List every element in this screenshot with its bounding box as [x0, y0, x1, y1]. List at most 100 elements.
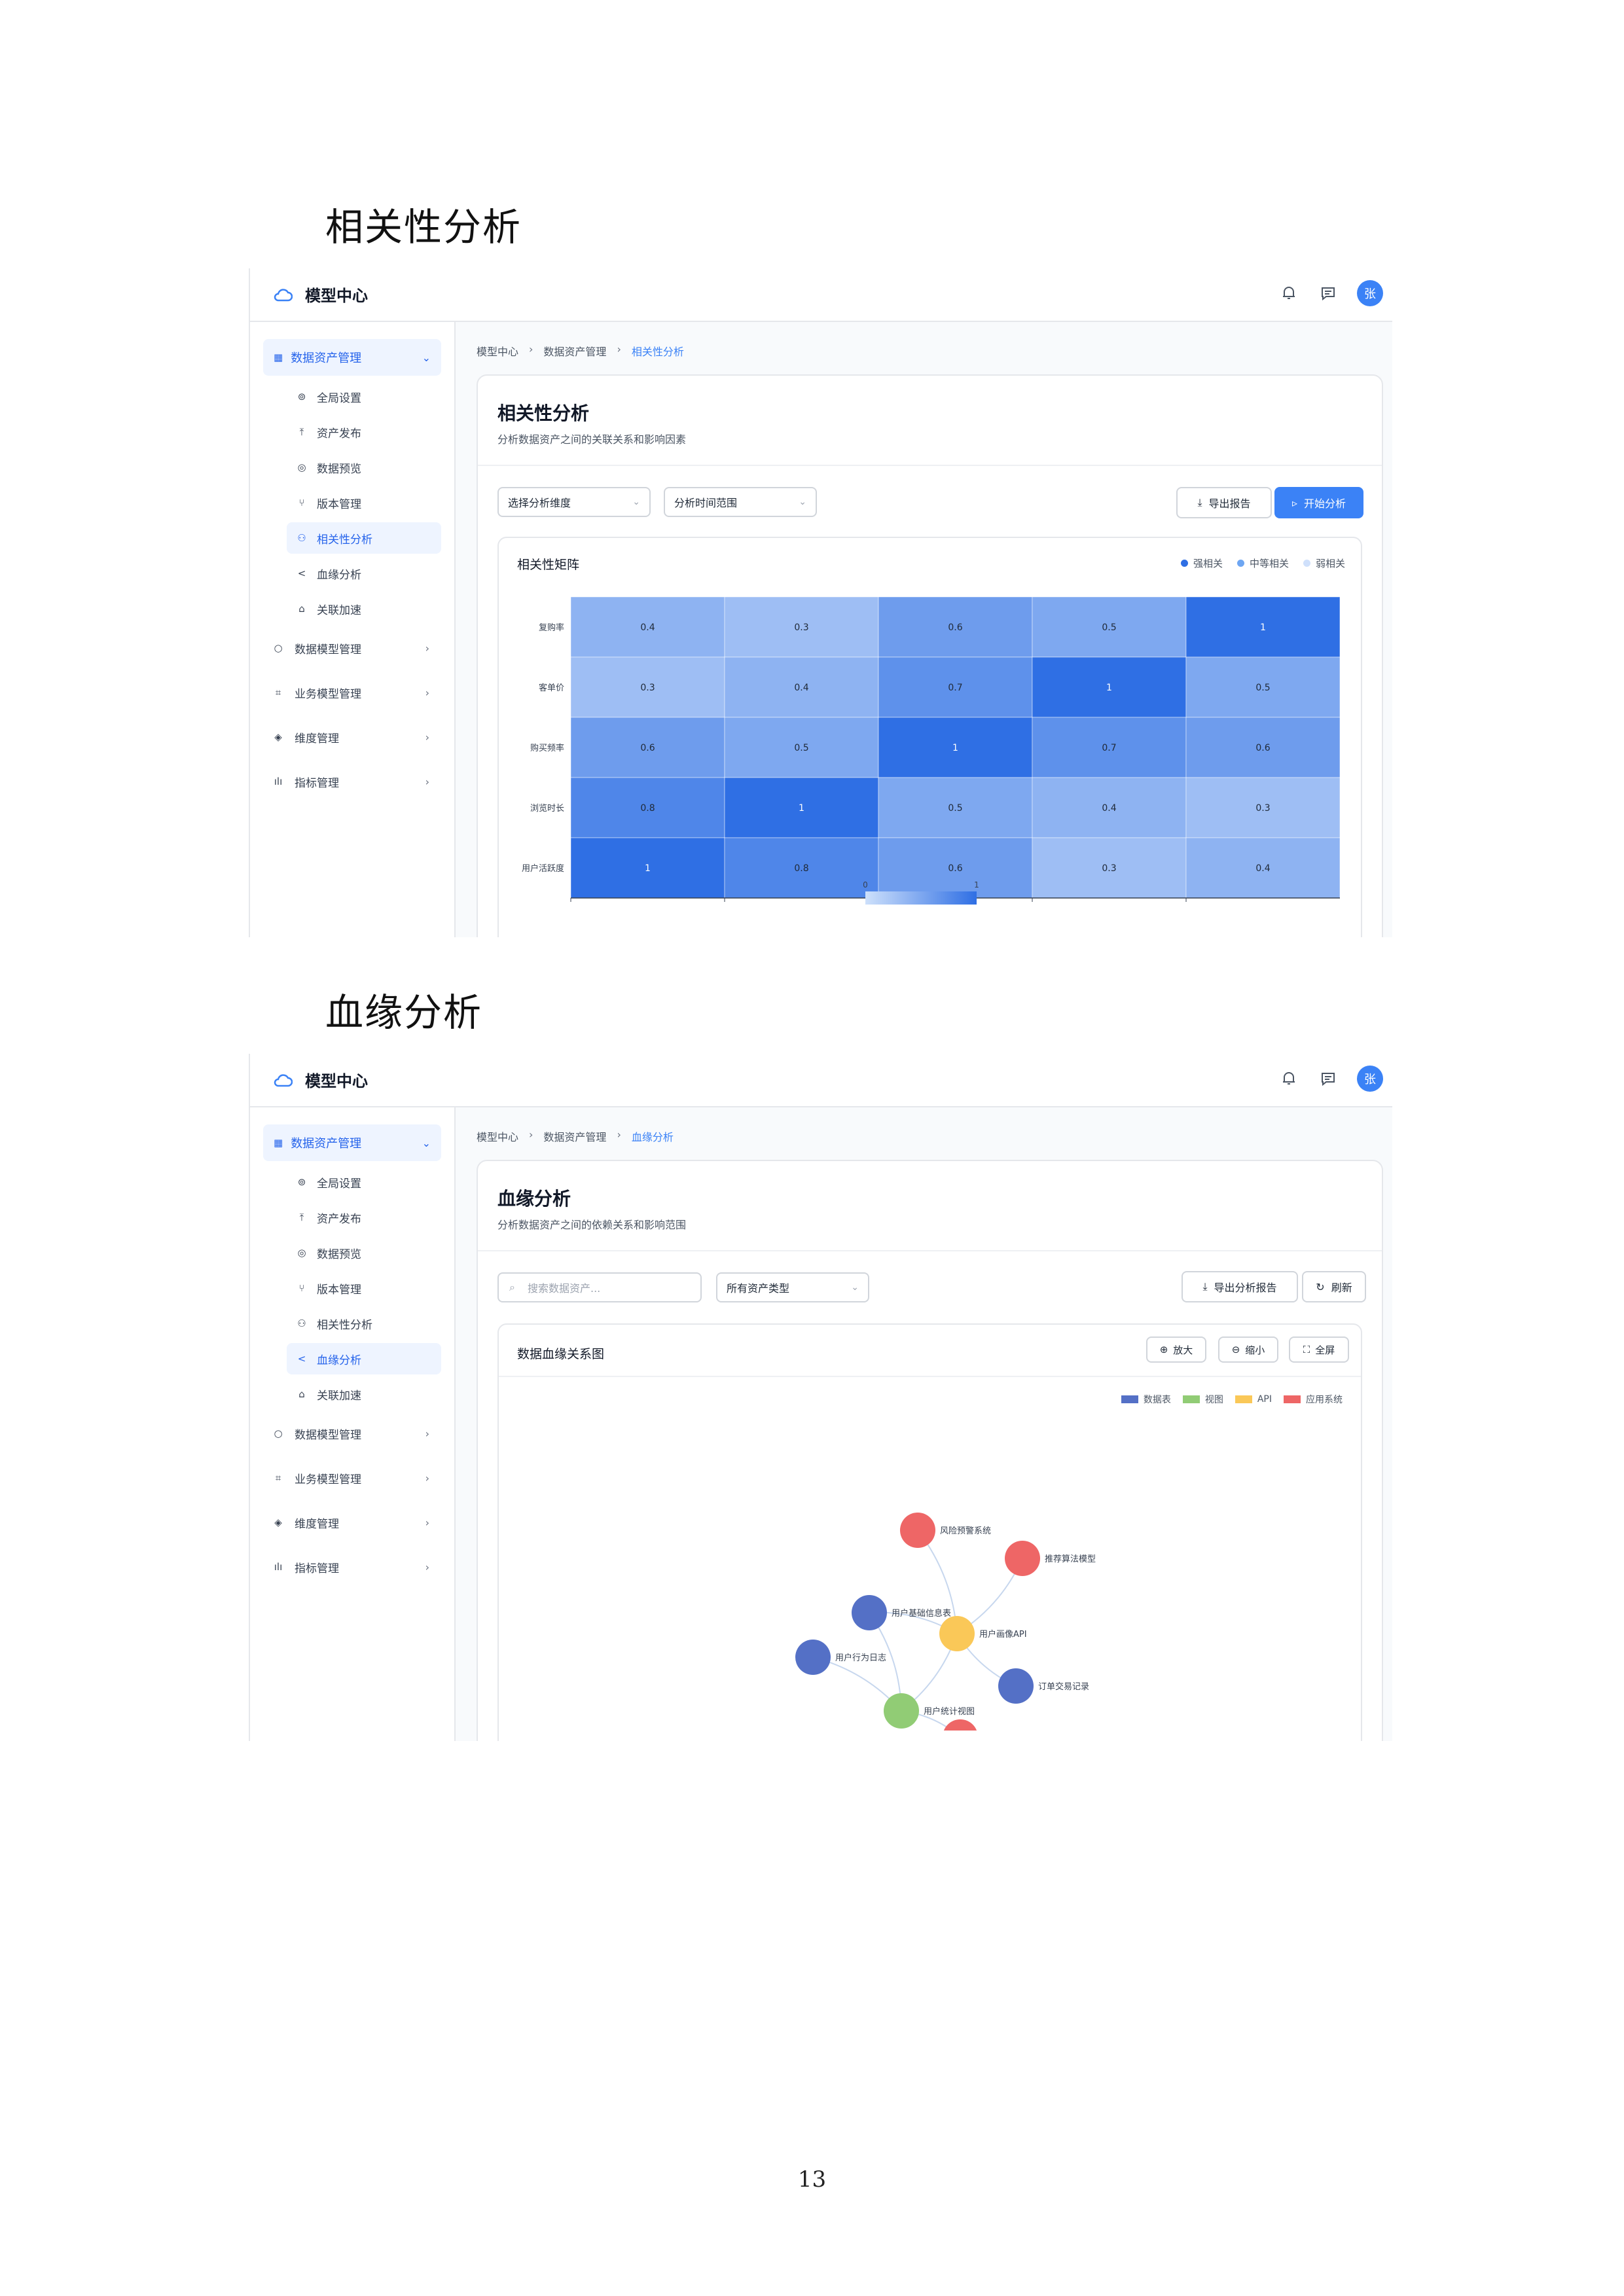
breadcrumb-item[interactable]: 模型中心 — [477, 1128, 518, 1144]
sidebar-item-acceleration[interactable]: ⌂ 关联加速 — [287, 593, 441, 624]
circle-icon: ○ — [274, 1427, 283, 1439]
brand-title: 模型中心 — [305, 1072, 368, 1090]
search-icon: ⌕ — [509, 1281, 515, 1293]
lineage-node[interactable] — [900, 1513, 935, 1548]
y-tick-label: 复购率 — [539, 622, 564, 633]
sidebar-item-dimension[interactable]: ◈ 维度管理 › — [263, 1507, 441, 1538]
heatmap-cell-label: 1 — [1106, 683, 1112, 693]
dimension-select[interactable]: 选择分析维度 ⌄ — [497, 487, 651, 517]
chevron-down-icon: ⌄ — [799, 497, 806, 507]
screenshot-correlation: 模型中心 张 ▦ 数据资产管理 ⌄ ⊚ 全局设置 ⤒ 资产发布 ◎ 数据预览 ⑂ 版本管… — [249, 268, 1392, 937]
play-icon: ▹ — [1291, 496, 1297, 509]
sidebar-item-label: 版本管理 — [317, 497, 361, 511]
branch-icon: ⑂ — [298, 497, 305, 509]
eye-icon: ◎ — [297, 461, 306, 473]
heatmap-cell-label: 0.6 — [1255, 743, 1270, 753]
download-icon: ⤓ — [1197, 496, 1202, 509]
sidebar-item-version[interactable]: ⑂ 版本管理 — [287, 487, 441, 518]
database-icon: ▦ — [274, 351, 283, 363]
visual-map-min-label: 0 — [863, 880, 868, 889]
sidebar-item-acceleration[interactable]: ⌂ 关联加速 — [287, 1378, 441, 1410]
sidebar-item-asset-publish[interactable]: ⤒ 资产发布 — [287, 1202, 441, 1233]
cloud-icon — [272, 284, 293, 305]
lineage-node[interactable] — [852, 1595, 887, 1630]
avatar[interactable]: 张 — [1357, 280, 1383, 306]
sidebar-item-version[interactable]: ⑂ 版本管理 — [287, 1272, 441, 1304]
sidebar-item-metrics[interactable]: ılı 指标管理 › — [263, 766, 441, 797]
visual-map-slider[interactable] — [865, 891, 977, 905]
heatmap-cell-label: 0.4 — [1102, 803, 1116, 814]
heatmap-cell-label: 0.8 — [794, 863, 808, 874]
sidebar-item-correlation[interactable]: ⚇ 相关性分析 — [287, 1308, 441, 1339]
lineage-node[interactable] — [939, 1616, 975, 1651]
refresh-icon: ↻ — [1316, 1280, 1325, 1293]
sidebar-item-business-model[interactable]: ⌗ 业务模型管理 › — [263, 1462, 441, 1494]
sidebar-item-data-preview[interactable]: ◎ 数据预览 — [287, 452, 441, 483]
sidebar-item-global-settings[interactable]: ⊚ 全局设置 — [287, 1166, 441, 1198]
lineage-node[interactable] — [795, 1640, 831, 1675]
message-icon[interactable] — [1318, 283, 1339, 304]
heatmap-cell-label: 0.4 — [794, 683, 808, 693]
database-icon: ▦ — [274, 1137, 283, 1149]
correlation-heatmap: 0.4 0.3 0.6 0.5 1 0.3 0.4 0.7 1 0.5 0.6 0.5 1 0.7 0.6 0… — [522, 596, 1341, 905]
sidebar-item-global-settings[interactable]: ⊚ 全局设置 — [287, 381, 441, 412]
y-tick-label: 用户活跃度 — [522, 863, 564, 874]
lineage-node-label: 用户行为日志 — [835, 1653, 886, 1663]
sidebar-item-label: 全局设置 — [317, 1177, 361, 1191]
bar-chart-icon: ılı — [274, 776, 283, 787]
bell-icon[interactable] — [1278, 1068, 1299, 1089]
start-analysis-button[interactable]: ▹ 开始分析 — [1274, 487, 1363, 518]
sidebar-group-label: 数据资产管理 — [291, 1137, 362, 1151]
asset-search-input[interactable]: ⌕ 搜索数据资产... — [497, 1272, 702, 1302]
export-report-button[interactable]: ⤓ 导出报告 — [1176, 487, 1272, 518]
sidebar-item-asset-publish[interactable]: ⤒ 资产发布 — [287, 416, 441, 448]
heatmap-cell-label: 1 — [645, 863, 651, 874]
sidebar-item-data-preview[interactable]: ◎ 数据预览 — [287, 1237, 441, 1268]
page-title: 相关性分析 — [497, 403, 590, 424]
lineage-node[interactable] — [884, 1693, 919, 1729]
sidebar-item-business-model[interactable]: ⌗ 业务模型管理 › — [263, 677, 441, 708]
sidebar-item-dimension[interactable]: ◈ 维度管理 › — [263, 721, 441, 753]
heatmap-cell-label: 0.7 — [948, 683, 962, 693]
message-icon[interactable] — [1318, 1068, 1339, 1089]
correlation-icon: ⚇ — [297, 1318, 306, 1329]
layers-icon: ◈ — [274, 731, 282, 743]
heatmap-cell-label: 0.3 — [1255, 803, 1270, 814]
button-label: 开始分析 — [1304, 497, 1346, 510]
chevron-right-icon: › — [425, 686, 429, 699]
visual-map-max-label: 1 — [974, 880, 979, 889]
sidebar-group-data-assets[interactable]: ▦ 数据资产管理 ⌄ — [263, 1124, 441, 1161]
sidebar-item-label: 血缘分析 — [317, 1354, 361, 1367]
breadcrumb-item[interactable]: 数据资产管理 — [543, 343, 606, 359]
export-analysis-report-button[interactable]: ⤓ 导出分析报告 — [1182, 1271, 1298, 1302]
refresh-button[interactable]: ↻ 刷新 — [1302, 1271, 1366, 1302]
breadcrumb: 模型中心 › 数据资产管理 › 血缘分析 — [477, 1128, 674, 1144]
breadcrumb-item[interactable]: 模型中心 — [477, 343, 518, 359]
time-range-select[interactable]: 分析时间范围 ⌄ — [664, 487, 817, 517]
lineage-node[interactable] — [943, 1719, 978, 1731]
sidebar-group-label: 数据资产管理 — [291, 351, 362, 365]
chevron-right-icon: › — [617, 1128, 621, 1141]
avatar[interactable]: 张 — [1357, 1066, 1383, 1092]
sidebar-item-lineage[interactable]: < 血缘分析 — [287, 1343, 441, 1374]
sidebar-item-data-model[interactable]: ○ 数据模型管理 › — [263, 1418, 441, 1449]
asset-type-select[interactable]: 所有资产类型 ⌄ — [716, 1272, 869, 1302]
branch-icon: ⑂ — [298, 1282, 305, 1294]
sidebar-item-lineage[interactable]: < 血缘分析 — [287, 558, 441, 589]
brand[interactable]: 模型中心 — [272, 1068, 368, 1091]
lineage-node[interactable] — [998, 1668, 1034, 1704]
sidebar-item-data-model[interactable]: ○ 数据模型管理 › — [263, 632, 441, 664]
breadcrumb-item[interactable]: 数据资产管理 — [543, 1128, 606, 1144]
sidebar-item-metrics[interactable]: ılı 指标管理 › — [263, 1551, 441, 1583]
brand[interactable]: 模型中心 — [272, 283, 368, 306]
heatmap-cell-label: 0.5 — [1102, 622, 1116, 633]
bell-icon[interactable] — [1278, 283, 1299, 304]
sidebar-item-label: 数据预览 — [317, 1247, 361, 1261]
sidebar-group-data-assets[interactable]: ▦ 数据资产管理 ⌄ — [263, 339, 441, 376]
select-value: 选择分析维度 — [508, 497, 571, 509]
main-area: 模型中心 › 数据资产管理 › 相关性分析 相关性分析 分析数据资产之间的关联关… — [456, 322, 1392, 937]
sidebar-item-correlation[interactable]: ⚇ 相关性分析 — [287, 522, 441, 554]
sidebar-item-label: 维度管理 — [295, 1517, 339, 1531]
lineage-node[interactable] — [1005, 1541, 1040, 1576]
circle-icon: ○ — [274, 642, 283, 654]
